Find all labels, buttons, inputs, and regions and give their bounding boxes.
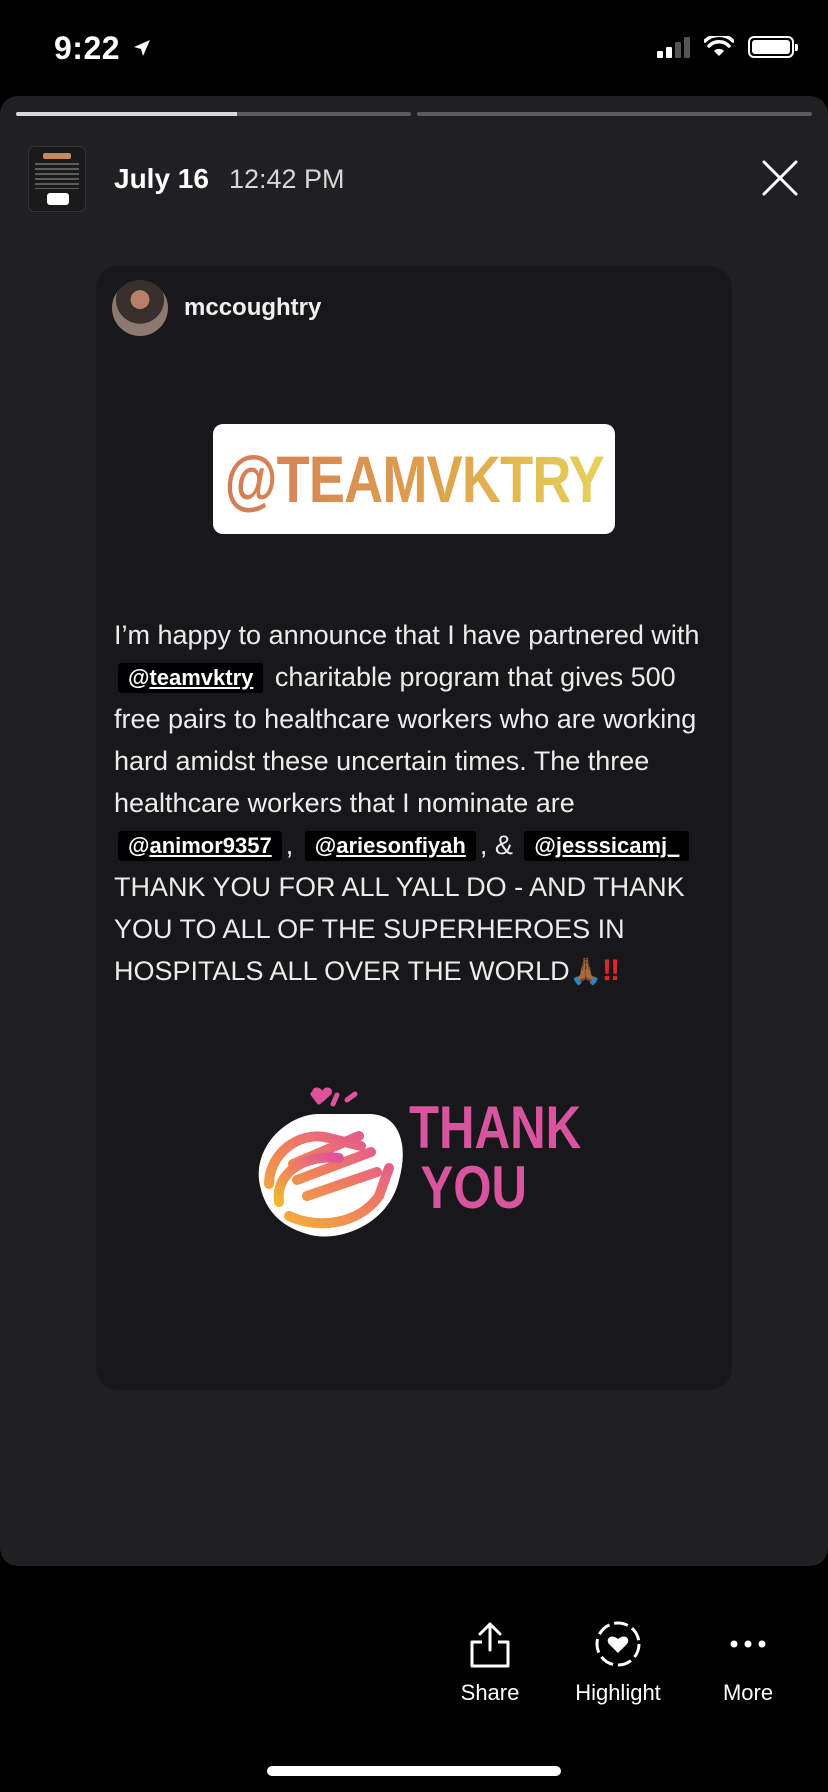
highlight-label: Highlight	[575, 1680, 661, 1705]
cellular-signal-icon	[657, 36, 690, 58]
clapping-hands-icon	[258, 1087, 403, 1237]
status-indicators	[657, 36, 798, 58]
battery-icon	[748, 36, 798, 58]
story-date: July 16	[114, 163, 209, 194]
story-progress	[16, 112, 812, 116]
more-button[interactable]: More	[678, 1620, 818, 1706]
post-header: mccoughtry	[112, 280, 321, 336]
at-sign: @	[128, 833, 150, 858]
thank-line: THANK	[409, 1094, 582, 1161]
share-label: Share	[460, 1680, 520, 1705]
post-username[interactable]: mccoughtry	[184, 294, 321, 322]
caption-text: I’m happy to announce that I have partne…	[114, 620, 700, 650]
mention-username: jesssicamj_	[555, 833, 680, 858]
mention-sticker[interactable]: @TEAMVKTRY	[213, 424, 615, 534]
story-time: 12:42 PM	[228, 163, 345, 194]
at-sign: @	[314, 833, 337, 858]
mention-chip[interactable]: @ariesonfiyah	[304, 831, 476, 861]
shared-post[interactable]: mccoughtry @TEAMVKTRY I’m happy to annou…	[96, 266, 732, 1390]
thank-you-sticker[interactable]: THANK YOU	[249, 1084, 582, 1246]
progress-segment	[417, 112, 812, 116]
mention-username: animor9357	[149, 833, 272, 858]
progress-segment	[16, 112, 411, 116]
mention-sticker-text: @TEAMVKTRY	[224, 442, 604, 516]
close-icon[interactable]	[758, 156, 802, 200]
wifi-icon	[704, 36, 734, 56]
caption-separator: ,	[285, 830, 294, 860]
at-sign: @	[534, 833, 556, 858]
you-line: YOU	[420, 1154, 528, 1221]
avatar[interactable]	[112, 280, 168, 336]
caption-separator: , &	[479, 830, 513, 860]
story-viewer[interactable]: July 16 12:42 PM mccoughtry @TEAMVKTRY I…	[0, 96, 828, 1566]
mention-username: ariesonfiyah	[336, 833, 466, 858]
highlight-button[interactable]: Highlight	[548, 1620, 688, 1706]
progress-fill	[16, 112, 238, 116]
story-thumbnail[interactable]	[28, 146, 86, 212]
location-arrow-icon	[134, 40, 150, 56]
mention-chip[interactable]: @jesssicamj_	[524, 831, 690, 861]
double-exclamation-emoji: ‼	[602, 954, 620, 987]
more-dots-icon	[730, 1640, 766, 1648]
mention-chip[interactable]: @animor9357	[118, 831, 282, 861]
home-indicator[interactable]	[267, 1766, 561, 1776]
story-header: July 16 12:42 PM	[28, 136, 808, 222]
praying-hands-emoji: 🙏🏾	[569, 956, 602, 986]
thank-you-text: THANK YOU	[409, 1094, 582, 1221]
share-icon	[470, 1622, 510, 1668]
post-caption: I’m happy to announce that I have partne…	[114, 614, 722, 992]
share-button[interactable]: Share	[420, 1620, 560, 1706]
highlight-heart-icon	[595, 1621, 641, 1667]
at-sign: @	[128, 665, 150, 690]
more-label: More	[722, 1680, 774, 1705]
mention-username: teamvktry	[149, 665, 254, 690]
status-time: 9:22	[54, 30, 121, 66]
mention-chip[interactable]: @teamvktry	[118, 663, 264, 693]
